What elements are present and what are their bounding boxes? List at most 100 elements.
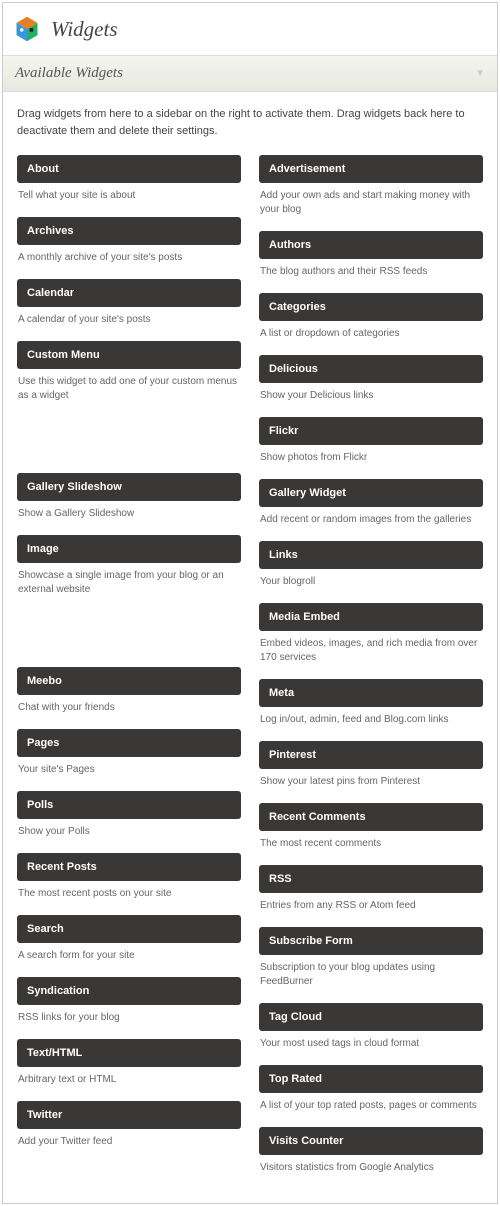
widget-header[interactable]: Meta	[259, 679, 483, 707]
widget-header[interactable]: Meebo	[17, 667, 241, 695]
widget-header[interactable]: Categories	[259, 293, 483, 321]
widget-block: CategoriesA list or dropdown of categori…	[259, 293, 483, 341]
widget-header[interactable]: About	[17, 155, 241, 183]
widget-description: Subscription to your blog updates using …	[259, 955, 483, 989]
widget-header[interactable]: Tag Cloud	[259, 1003, 483, 1031]
widget-block: CalendarA calendar of your site's posts	[17, 279, 241, 327]
widget-description: The blog authors and their RSS feeds	[259, 259, 483, 279]
widget-header[interactable]: Subscribe Form	[259, 927, 483, 955]
widget-description: Arbitrary text or HTML	[17, 1067, 241, 1087]
panel-header[interactable]: Available Widgets ▼	[3, 56, 497, 92]
widget-block: FlickrShow photos from Flickr	[259, 417, 483, 465]
widget-description: The most recent comments	[259, 831, 483, 851]
widget-description: Show a Gallery Slideshow	[17, 501, 241, 521]
widget-description: Entries from any RSS or Atom feed	[259, 893, 483, 913]
widget-block: SearchA search form for your site	[17, 915, 241, 963]
page-header: Widgets	[3, 3, 497, 56]
widget-block: Recent CommentsThe most recent comments	[259, 803, 483, 851]
widget-header[interactable]: Advertisement	[259, 155, 483, 183]
widget-columns: AboutTell what your site is about Archive…	[17, 155, 483, 1189]
widget-block: MetaLog in/out, admin, feed and Blog.com…	[259, 679, 483, 727]
widget-block: Subscribe FormSubscription to your blog …	[259, 927, 483, 989]
widget-header[interactable]: RSS	[259, 865, 483, 893]
widget-header[interactable]: Gallery Slideshow	[17, 473, 241, 501]
widget-column-right: AdvertisementAdd your own ads and start …	[259, 155, 483, 1189]
widget-description: Your blogroll	[259, 569, 483, 589]
logo-icon	[13, 15, 41, 43]
widget-block: RSSEntries from any RSS or Atom feed	[259, 865, 483, 913]
widget-block: Gallery SlideshowShow a Gallery Slidesho…	[17, 473, 241, 521]
widget-header[interactable]: Visits Counter	[259, 1127, 483, 1155]
widget-block: Gallery WidgetAdd recent or random image…	[259, 479, 483, 527]
widget-block: ArchivesA monthly archive of your site's…	[17, 217, 241, 265]
widget-block: Visits CounterVisitors statistics from G…	[259, 1127, 483, 1175]
widget-description: Chat with your friends	[17, 695, 241, 715]
widget-header[interactable]: Delicious	[259, 355, 483, 383]
panel-title: Available Widgets	[15, 65, 123, 82]
widget-description: Add your own ads and start making money …	[259, 183, 483, 217]
widget-description: Visitors statistics from Google Analytic…	[259, 1155, 483, 1175]
widget-description: Log in/out, admin, feed and Blog.com lin…	[259, 707, 483, 727]
widget-header[interactable]: Top Rated	[259, 1065, 483, 1093]
page-title: Widgets	[51, 17, 118, 42]
widget-description: Embed videos, images, and rich media fro…	[259, 631, 483, 665]
widget-block: Media EmbedEmbed videos, images, and ric…	[259, 603, 483, 665]
widget-header[interactable]: Recent Posts	[17, 853, 241, 881]
intro-text: Drag widgets from here to a sidebar on t…	[17, 106, 483, 139]
panel-body: Drag widgets from here to a sidebar on t…	[3, 92, 497, 1203]
widget-block: SyndicationRSS links for your blog	[17, 977, 241, 1025]
widget-header[interactable]: Calendar	[17, 279, 241, 307]
widget-description: Use this widget to add one of your custo…	[17, 369, 241, 403]
widget-description: A calendar of your site's posts	[17, 307, 241, 327]
widget-block: Custom MenuUse this widget to add one of…	[17, 341, 241, 403]
widget-description: Tell what your site is about	[17, 183, 241, 203]
widget-header[interactable]: Text/HTML	[17, 1039, 241, 1067]
widget-block: DeliciousShow your Delicious links	[259, 355, 483, 403]
widget-description: RSS links for your blog	[17, 1005, 241, 1025]
widget-description: A list of your top rated posts, pages or…	[259, 1093, 483, 1113]
widget-description: A search form for your site	[17, 943, 241, 963]
widget-block: Tag CloudYour most used tags in cloud fo…	[259, 1003, 483, 1051]
page-container: Widgets Available Widgets ▼ Drag widgets…	[2, 2, 498, 1204]
widget-header[interactable]: Twitter	[17, 1101, 241, 1129]
spacer	[17, 417, 241, 473]
widget-header[interactable]: Gallery Widget	[259, 479, 483, 507]
widget-block: AuthorsThe blog authors and their RSS fe…	[259, 231, 483, 279]
widget-description: Showcase a single image from your blog o…	[17, 563, 241, 597]
widget-header[interactable]: Flickr	[259, 417, 483, 445]
widget-header[interactable]: Media Embed	[259, 603, 483, 631]
widget-block: PollsShow your Polls	[17, 791, 241, 839]
chevron-down-icon: ▼	[475, 68, 485, 79]
widget-description: A list or dropdown of categories	[259, 321, 483, 341]
widget-block: MeeboChat with your friends	[17, 667, 241, 715]
widget-header[interactable]: Syndication	[17, 977, 241, 1005]
widget-header[interactable]: Authors	[259, 231, 483, 259]
widget-column-left: AboutTell what your site is about Archive…	[17, 155, 241, 1189]
widget-block: Text/HTMLArbitrary text or HTML	[17, 1039, 241, 1087]
widget-header[interactable]: Image	[17, 535, 241, 563]
widget-description: Show photos from Flickr	[259, 445, 483, 465]
widget-block: Recent PostsThe most recent posts on you…	[17, 853, 241, 901]
widget-block: TwitterAdd your Twitter feed	[17, 1101, 241, 1149]
widget-header[interactable]: Pages	[17, 729, 241, 757]
widget-block: PagesYour site's Pages	[17, 729, 241, 777]
widget-block: LinksYour blogroll	[259, 541, 483, 589]
widget-header[interactable]: Polls	[17, 791, 241, 819]
widget-description: A monthly archive of your site's posts	[17, 245, 241, 265]
widget-description: Your most used tags in cloud format	[259, 1031, 483, 1051]
widget-header[interactable]: Pinterest	[259, 741, 483, 769]
widget-description: The most recent posts on your site	[17, 881, 241, 901]
widget-description: Show your Delicious links	[259, 383, 483, 403]
widget-description: Show your Polls	[17, 819, 241, 839]
spacer	[17, 611, 241, 667]
widget-header[interactable]: Archives	[17, 217, 241, 245]
widget-description: Your site's Pages	[17, 757, 241, 777]
widget-header[interactable]: Search	[17, 915, 241, 943]
widget-block: PinterestShow your latest pins from Pint…	[259, 741, 483, 789]
widget-header[interactable]: Recent Comments	[259, 803, 483, 831]
widget-block: AboutTell what your site is about	[17, 155, 241, 203]
widget-block: AdvertisementAdd your own ads and start …	[259, 155, 483, 217]
widget-header[interactable]: Custom Menu	[17, 341, 241, 369]
widget-block: ImageShowcase a single image from your b…	[17, 535, 241, 597]
widget-header[interactable]: Links	[259, 541, 483, 569]
